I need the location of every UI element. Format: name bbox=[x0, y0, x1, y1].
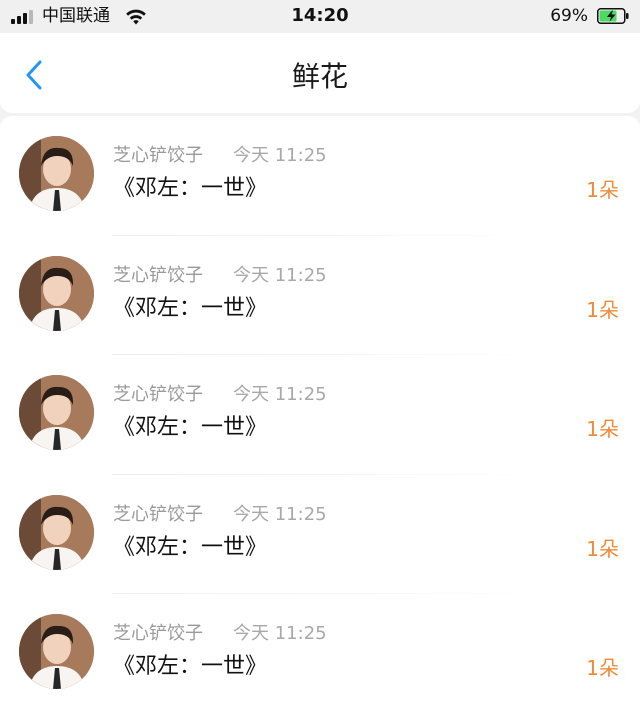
list-item[interactable]: 芝心铲饺子 今天 11:25 《邓左：一世》 1朵 bbox=[0, 116, 640, 236]
work-title: 《邓左：一世》 bbox=[113, 654, 268, 679]
flower-count: 1朵 bbox=[586, 178, 619, 202]
sender-name: 芝心铲饺子 bbox=[113, 145, 203, 166]
list-item[interactable]: 芝心铲饺子 今天 11:25 《邓左：一世》 1朵 bbox=[0, 594, 640, 708]
list-item[interactable]: 芝心铲饺子 今天 11:25 《邓左：一世》 1朵 bbox=[0, 355, 640, 475]
avatar[interactable] bbox=[19, 136, 94, 211]
send-time: 今天 11:25 bbox=[233, 503, 327, 525]
sender-name: 芝心铲饺子 bbox=[113, 264, 203, 286]
battery-charging-icon bbox=[597, 8, 629, 24]
sender-name: 芝心铲饺子 bbox=[113, 384, 203, 405]
work-title: 《邓左：一世》 bbox=[113, 415, 268, 440]
work-title: 《邓左：一世》 bbox=[113, 534, 268, 560]
sender-name: 芝心铲饺子 bbox=[113, 623, 203, 644]
flower-count: 1朵 bbox=[586, 656, 619, 680]
send-time: 今天 11:25 bbox=[233, 264, 327, 286]
navigation-header: 鲜花 bbox=[0, 33, 640, 113]
clock: 14:20 bbox=[291, 5, 349, 26]
page-title: 鲜花 bbox=[291, 60, 348, 93]
list-item[interactable]: 芝心铲饺子 今天 11:25 《邓左：一世》 1朵 bbox=[0, 236, 640, 355]
flower-count: 1朵 bbox=[586, 536, 619, 561]
sender-name: 芝心铲饺子 bbox=[113, 503, 203, 525]
flower-count: 1朵 bbox=[586, 297, 619, 322]
status-bar: 中国联通 14:20 69% bbox=[0, 0, 640, 33]
flower-count: 1朵 bbox=[586, 417, 619, 441]
send-time: 今天 11:25 bbox=[233, 145, 327, 166]
flower-gift-list: 芝心铲饺子 今天 11:25 《邓左：一世》 1朵 芝心铲饺子 今天 11:25… bbox=[0, 116, 640, 708]
avatar[interactable] bbox=[19, 494, 94, 570]
work-title: 《邓左：一世》 bbox=[113, 295, 268, 321]
avatar[interactable] bbox=[19, 375, 94, 450]
avatar[interactable] bbox=[19, 614, 94, 689]
list-item[interactable]: 芝心铲饺子 今天 11:25 《邓左：一世》 1朵 bbox=[0, 475, 640, 594]
send-time: 今天 11:25 bbox=[233, 384, 327, 405]
send-time: 今天 11:25 bbox=[233, 623, 327, 644]
battery-percentage: 69% bbox=[550, 6, 588, 26]
avatar[interactable] bbox=[19, 255, 94, 331]
work-title: 《邓左：一世》 bbox=[113, 176, 268, 201]
